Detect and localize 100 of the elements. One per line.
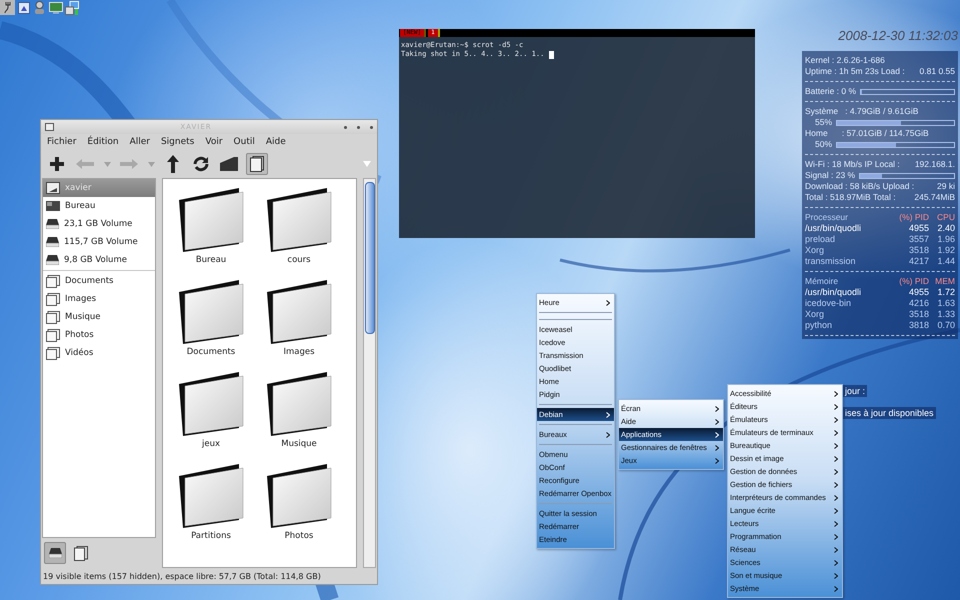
- launcher-button[interactable]: [48, 0, 63, 15]
- menu-item[interactable]: Édition: [87, 137, 119, 147]
- file-name[interactable]: Bureau: [196, 255, 226, 265]
- drive-icon: [48, 548, 62, 558]
- chevron-icon: [606, 412, 610, 418]
- file-name[interactable]: Photos: [284, 531, 314, 541]
- stat-text: Uptime : 1h 5m 23s Load :: [805, 66, 905, 77]
- chevron-icon: [834, 416, 838, 422]
- process-cell-text: 1.44: [936, 256, 955, 267]
- caret-icon: [104, 162, 110, 166]
- menu-item[interactable]: Fichier: [47, 137, 76, 147]
- menu-item[interactable]: Signets: [160, 137, 194, 147]
- process-cell-text: 1.33: [936, 309, 955, 320]
- stat-value: 0.81 0.55: [920, 66, 955, 77]
- process-cell-text: 1.96: [936, 234, 955, 245]
- menu-item[interactable]: Voir: [205, 137, 223, 147]
- stat-text: Kernel : 2.6.26-1-686: [805, 55, 885, 66]
- stat-text: Total : 518.97MiB Total :: [805, 192, 896, 203]
- stat-value: 245.74MiB: [914, 192, 955, 203]
- scroll-bar[interactable]: [363, 178, 376, 568]
- process-cell-text: /usr/bin/quodli: [805, 287, 862, 298]
- picture-icon: [18, 2, 30, 14]
- chevron-icon: [834, 546, 838, 552]
- process-cell-text: Xorg: [805, 309, 826, 320]
- chevron-icon: [715, 418, 719, 424]
- chevron-icon: [715, 444, 719, 450]
- column-header: MEM: [934, 276, 955, 287]
- stat-text: Download : 58 kiB/s Upload :: [805, 181, 914, 192]
- forward-arrow-icon: [120, 159, 138, 169]
- process-cell-text: preload: [805, 234, 836, 245]
- sidebar-item[interactable]: 23,1 GB Volume: [43, 215, 155, 233]
- window-icon: [45, 123, 54, 131]
- file-name[interactable]: cours: [287, 255, 311, 265]
- caret-icon: [148, 162, 154, 166]
- drive-icon: [46, 219, 59, 229]
- sidebar-item[interactable]: 9,8 GB Volume: [43, 251, 155, 269]
- stat-text: Batterie : 0 %: [805, 86, 856, 97]
- reload-icon: [193, 156, 209, 172]
- process-cell-text: transmission: [805, 256, 857, 267]
- chevron-icon: [834, 442, 838, 448]
- toolbar-button[interactable]: [246, 153, 268, 175]
- chevron-icon: [715, 406, 719, 412]
- file-name[interactable]: Musique: [281, 439, 317, 449]
- sidebar-item[interactable]: Musique: [43, 308, 155, 326]
- process-cell-text: 4217: [908, 256, 929, 267]
- launcher-button[interactable]: [0, 0, 15, 15]
- percent-text: 55%: [815, 117, 832, 128]
- up-arrow-icon: [167, 155, 179, 173]
- chevron-icon: [834, 520, 838, 526]
- process-cell-text: 2.40: [936, 223, 955, 234]
- window-control[interactable]: [344, 126, 347, 128]
- file-name[interactable]: Images: [283, 347, 315, 357]
- cable-icon: [2, 1, 12, 14]
- menu-item[interactable]: Outil: [234, 137, 255, 147]
- monitor-icon: [48, 2, 62, 14]
- process-cell-text: 3518: [908, 245, 929, 256]
- desktop-icon: [46, 201, 60, 211]
- drive-icon: [46, 237, 59, 247]
- sidebar-item[interactable]: Documents: [43, 272, 155, 290]
- chevron-icon: [834, 572, 838, 578]
- chevron-icon: [834, 482, 838, 488]
- launcher-button[interactable]: [16, 0, 31, 15]
- sidebar-item[interactable]: 115,7 GB Volume: [43, 233, 155, 251]
- process-cell-text: Xorg: [805, 245, 826, 256]
- sidebar-item[interactable]: Bureau: [43, 197, 155, 215]
- process-cell-text: icedove-bin: [805, 298, 852, 309]
- chevron-icon: [834, 404, 838, 410]
- launcher-button[interactable]: [64, 0, 79, 15]
- scroll-thumb[interactable]: [364, 182, 374, 334]
- chevron-icon: [606, 300, 610, 306]
- menu-item[interactable]: Aide: [266, 137, 286, 147]
- file-name[interactable]: jeux: [202, 439, 220, 449]
- stat-text: Signal : 23 %: [805, 170, 856, 181]
- process-cell-text: 0.70: [936, 320, 955, 331]
- chevron-icon: [834, 456, 838, 462]
- file-name[interactable]: Documents: [186, 347, 236, 357]
- update-text: ises à jour disponibles: [843, 407, 936, 419]
- process-cell-text: 3557: [908, 234, 929, 245]
- stat-text: Wi-Fi : 18 Mb/s IP Local :: [805, 159, 900, 170]
- column-header: (%) PID: [898, 276, 929, 287]
- process-cell-text: 1.92: [936, 245, 955, 256]
- menu-item[interactable]: Aller: [130, 137, 150, 147]
- caret-icon: [363, 161, 371, 167]
- back-arrow-icon: [76, 159, 94, 169]
- process-cell-text: /usr/bin/quodli: [805, 223, 862, 234]
- process-cell-text: 3518: [908, 309, 929, 320]
- plus-icon: [50, 157, 64, 171]
- file-name[interactable]: Partitions: [191, 531, 231, 541]
- sidebar-tab[interactable]: [44, 542, 66, 564]
- sidebar-item[interactable]: Vidéos: [43, 344, 155, 362]
- chevron-icon: [834, 560, 838, 566]
- sidebar-item[interactable]: Photos: [43, 326, 155, 344]
- process-cell-text: 4955: [908, 223, 929, 234]
- window-control[interactable]: [370, 126, 373, 128]
- window-control[interactable]: [357, 126, 360, 128]
- process-cell-text: 4216: [908, 298, 929, 309]
- launcher-button[interactable]: [32, 0, 47, 15]
- percent-text: 50%: [815, 139, 832, 150]
- stat-text: Système : 4.79GiB / 9.61GiB: [805, 106, 918, 117]
- sidebar-item[interactable]: Images: [43, 290, 155, 308]
